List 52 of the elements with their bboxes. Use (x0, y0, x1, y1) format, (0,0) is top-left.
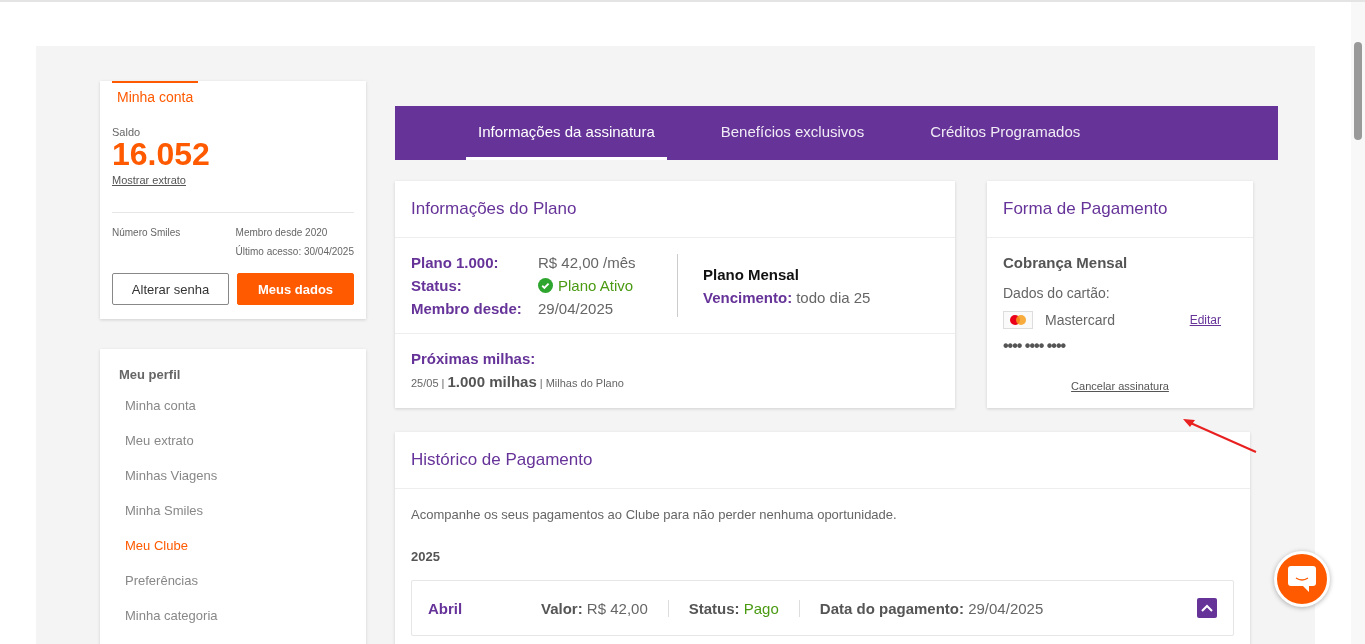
billing-type: Cobrança Mensal (1003, 254, 1129, 271)
plan-field-value: R$ 42,00 /mês (538, 254, 637, 271)
card-brand: Mastercard (1045, 312, 1116, 328)
plan-field-label: Membro desde: (411, 300, 523, 317)
scrollbar[interactable] (1351, 2, 1365, 644)
payment-entry[interactable]: Abril Valor: R$ 42,00 Status: Pago Data do pagamento: 29/04/2025 (411, 580, 1234, 636)
payment-status: Status: Pago (688, 599, 800, 617)
cancel-subscription-link[interactable]: Cancelar assinatura (1071, 380, 1169, 392)
sidebar-title: Meu perfil (119, 367, 182, 382)
my-data-button[interactable]: Meus dados (237, 273, 354, 305)
card-title: Informações do Plano (395, 181, 955, 238)
plan-field-label: Plano 1.000: (411, 254, 500, 271)
due-value: todo dia 25 (796, 288, 871, 306)
next-miles-text: 25/05 | 1.000 milhas | Milhas do Plano (411, 373, 625, 390)
card-title: Histórico de Pagamento (395, 432, 1250, 489)
due-label: Vencimento: (703, 288, 793, 306)
plan-field-value: 29/04/2025 (538, 300, 615, 317)
payment-month: Abril (428, 599, 464, 617)
statement-link[interactable]: Mostrar extrato (112, 174, 186, 186)
plan-status-text: Plano Ativo (558, 277, 634, 294)
balance-value: 16.052 (112, 138, 211, 170)
history-year: 2025 (411, 549, 441, 564)
account-tab[interactable]: Minha conta (112, 81, 199, 105)
card-data-label: Dados do cartão: (1003, 285, 1111, 301)
tab[interactable]: Créditos Programados (918, 106, 1093, 160)
chevron-up-icon[interactable] (1197, 598, 1217, 618)
sidebar-item[interactable]: Preferências (119, 563, 204, 598)
last-access-text: Último acesso: 30/04/2025 (235, 246, 354, 257)
chat-bubble-icon (1287, 565, 1317, 593)
change-password-button[interactable]: Alterar senha (112, 273, 229, 305)
payment-date: Data do pagamento: 29/04/2025 (819, 599, 1045, 617)
sidebar-item[interactable]: Meu extrato (119, 423, 200, 458)
payment-amount: Valor: R$ 42,00 (541, 599, 669, 617)
edit-link[interactable]: Editar (1189, 313, 1221, 327)
tab[interactable]: Informações da assinatura (466, 106, 667, 160)
plan-field-label: Status: (411, 277, 463, 294)
next-miles-title: Próximas milhas: (411, 350, 537, 367)
history-intro: Acompanhe os seus pagamentos ao Clube para não perder nenhuma oportunidade. (411, 507, 897, 522)
sidebar-item[interactable]: Minhas Viagens (119, 458, 224, 493)
member-number-label: Número Smiles (112, 227, 181, 240)
tab[interactable]: Benefícios exclusivos (708, 106, 877, 160)
card-logo-icon (1003, 311, 1033, 329)
sidebar-item[interactable]: Minha conta (119, 388, 202, 423)
check-circle-icon (538, 278, 553, 293)
balance-label: Saldo (112, 126, 142, 138)
sidebar-item[interactable]: Meu Clube (119, 528, 194, 563)
card-title: Forma de Pagamento (987, 181, 1253, 238)
member-since-text: Membro desde 2020 (235, 227, 329, 238)
plan-cycle: Plano Mensal (703, 265, 800, 283)
sidebar-item[interactable]: Minha Smiles (119, 493, 210, 528)
sidebar-item[interactable]: Minha categoria (119, 598, 224, 633)
card-number: •••• •••• •••• (1003, 337, 1067, 355)
